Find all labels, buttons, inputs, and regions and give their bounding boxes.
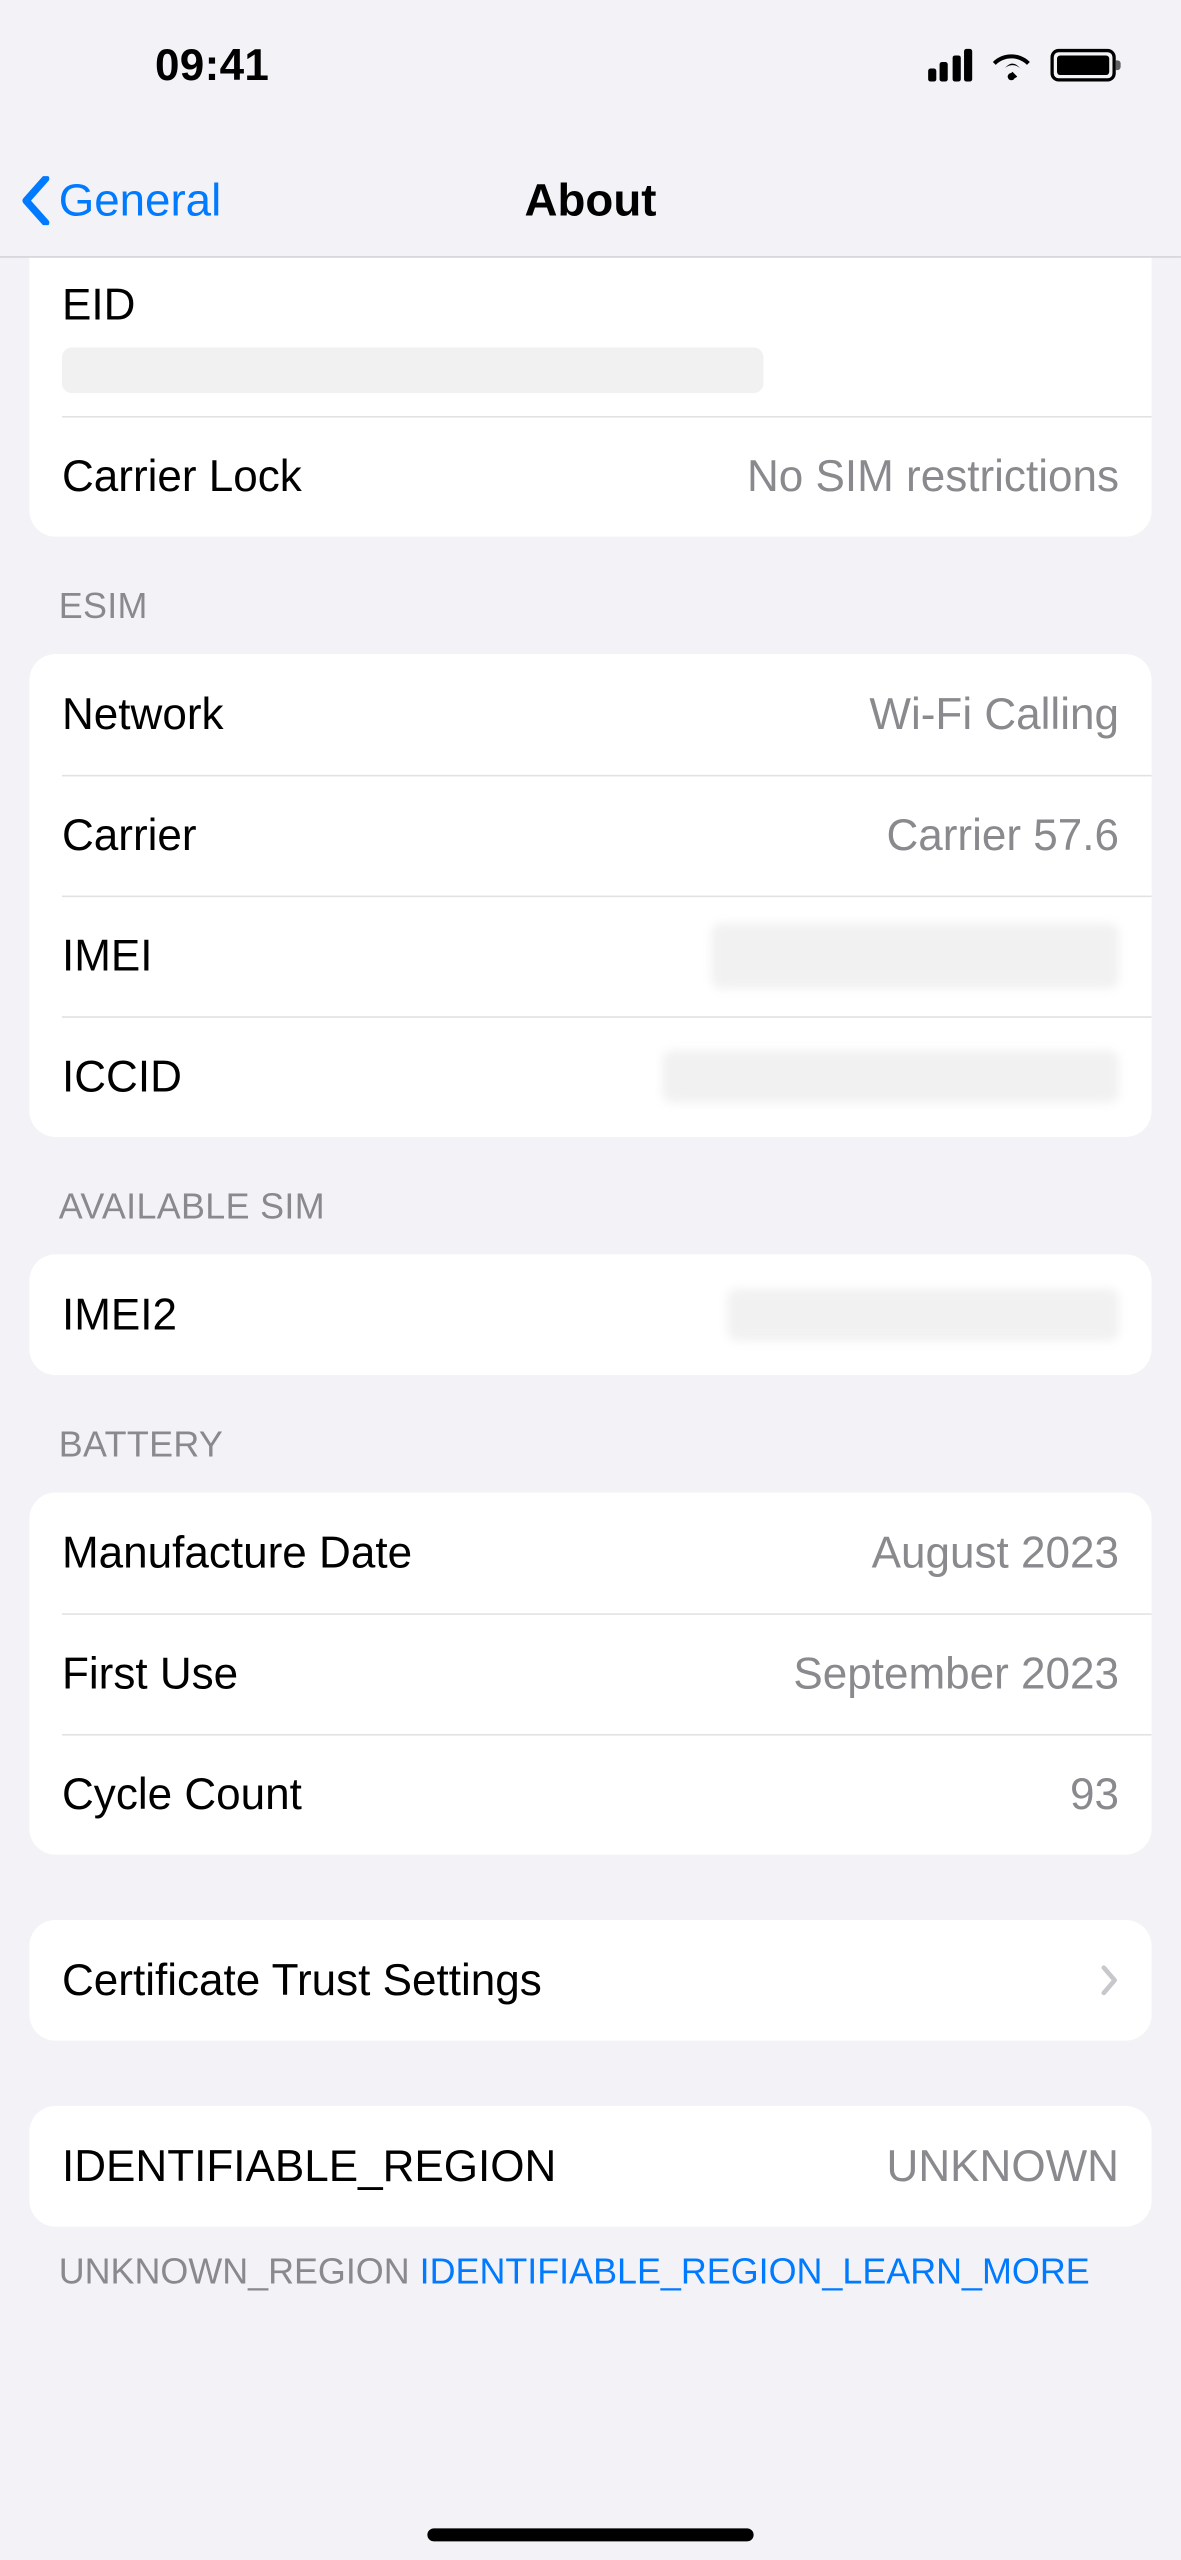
- group-available-sim: IMEI2: [29, 1254, 1151, 1375]
- region-learn-more-link[interactable]: IDENTIFIABLE_REGION_LEARN_MORE: [420, 2251, 1090, 2292]
- eid-label: EID: [62, 281, 135, 332]
- region-footer-prefix: UNKNOWN_REGION: [59, 2251, 420, 2292]
- back-button[interactable]: General: [20, 174, 222, 226]
- status-icons: [927, 49, 1115, 82]
- group-region: IDENTIFIABLE_REGION UNKNOWN: [29, 2106, 1151, 2227]
- back-button-label: General: [59, 174, 222, 226]
- row-imei2[interactable]: IMEI2: [29, 1254, 1151, 1375]
- group-device-identifiers: EID Carrier Lock No SIM restrictions: [29, 258, 1151, 537]
- carrier-label: Carrier: [62, 810, 197, 861]
- home-indicator[interactable]: [427, 2528, 753, 2541]
- iccid-value-redacted: [662, 1050, 1119, 1102]
- row-manufacture-date[interactable]: Manufacture Date August 2023: [29, 1493, 1151, 1614]
- row-eid[interactable]: EID: [29, 258, 1151, 416]
- carrier-lock-label: Carrier Lock: [62, 451, 302, 502]
- network-label: Network: [62, 689, 224, 740]
- cycle-count-value: 93: [1070, 1769, 1119, 1820]
- imei-value-redacted: [711, 923, 1119, 988]
- imei2-label: IMEI2: [62, 1289, 177, 1340]
- row-first-use[interactable]: First Use September 2023: [29, 1613, 1151, 1734]
- status-time: 09:41: [65, 40, 269, 91]
- section-header-available-sim: AVAILABLE SIM: [0, 1137, 1181, 1238]
- group-esim: Network Wi-Fi Calling Carrier Carrier 57…: [29, 654, 1151, 1137]
- row-network[interactable]: Network Wi-Fi Calling: [29, 654, 1151, 775]
- status-bar: 09:41: [0, 0, 1181, 114]
- certificate-trust-label: Certificate Trust Settings: [62, 1955, 542, 2006]
- region-label: IDENTIFIABLE_REGION: [62, 2141, 556, 2192]
- imei2-value-redacted: [728, 1289, 1119, 1341]
- first-use-label: First Use: [62, 1648, 238, 1699]
- row-certificate-trust-settings[interactable]: Certificate Trust Settings: [29, 1920, 1151, 2041]
- battery-icon: [1050, 49, 1115, 82]
- manufacture-date-label: Manufacture Date: [62, 1528, 412, 1579]
- chevron-left-icon: [20, 175, 53, 224]
- manufacture-date-value: August 2023: [872, 1528, 1119, 1579]
- row-carrier-lock[interactable]: Carrier Lock No SIM restrictions: [29, 416, 1151, 537]
- row-iccid[interactable]: ICCID: [29, 1016, 1151, 1137]
- chevron-right-icon: [1099, 1964, 1119, 1997]
- region-value: UNKNOWN: [887, 2141, 1119, 2192]
- carrier-value: Carrier 57.6: [886, 810, 1119, 861]
- imei-label: IMEI: [62, 931, 153, 982]
- group-battery: Manufacture Date August 2023 First Use S…: [29, 1493, 1151, 1855]
- cycle-count-label: Cycle Count: [62, 1769, 302, 1820]
- row-cycle-count[interactable]: Cycle Count 93: [29, 1734, 1151, 1855]
- network-value: Wi-Fi Calling: [869, 689, 1119, 740]
- cellular-signal-icon: [927, 49, 972, 82]
- iccid-label: ICCID: [62, 1051, 182, 1102]
- region-footer: UNKNOWN_REGION IDENTIFIABLE_REGION_LEARN…: [0, 2227, 1181, 2296]
- group-certificate: Certificate Trust Settings: [29, 1920, 1151, 2041]
- row-carrier[interactable]: Carrier Carrier 57.6: [29, 775, 1151, 896]
- first-use-value: September 2023: [793, 1648, 1119, 1699]
- nav-bar: General About: [0, 144, 1181, 258]
- eid-value-redacted: [62, 347, 763, 393]
- section-header-esim: ESIM: [0, 537, 1181, 638]
- section-header-battery: BATTERY: [0, 1375, 1181, 1476]
- row-identifiable-region[interactable]: IDENTIFIABLE_REGION UNKNOWN: [29, 2106, 1151, 2227]
- wifi-icon: [989, 49, 1035, 82]
- row-imei[interactable]: IMEI: [29, 896, 1151, 1017]
- carrier-lock-value: No SIM restrictions: [747, 451, 1119, 502]
